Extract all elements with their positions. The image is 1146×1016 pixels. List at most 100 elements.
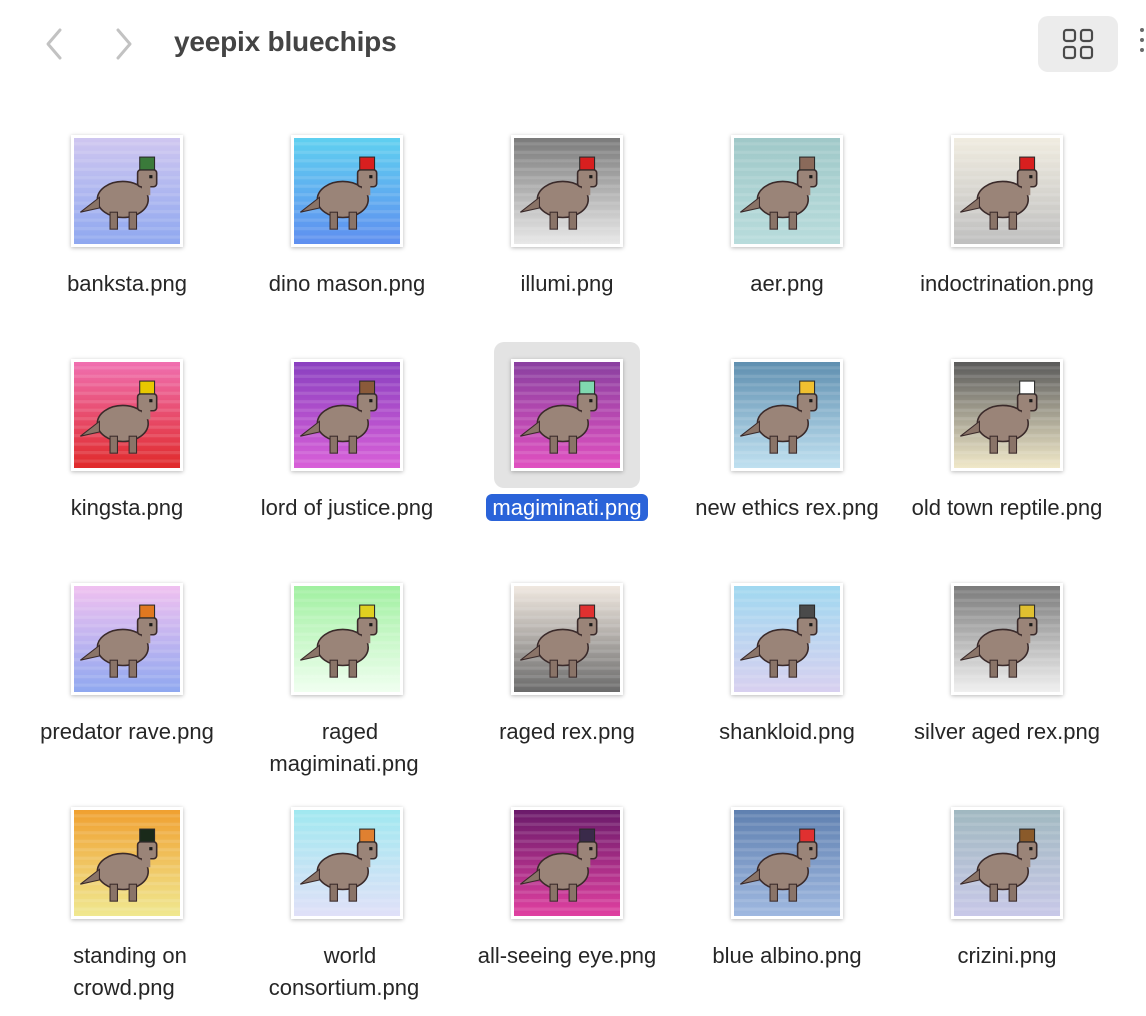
pixel-art-image: [74, 586, 180, 692]
pixel-art-image: [74, 138, 180, 244]
file-item[interactable]: aer.png: [677, 118, 897, 332]
file-name-label[interactable]: aer.png: [677, 268, 897, 300]
thumbnail-frame[interactable]: [54, 118, 200, 264]
file-name-label[interactable]: raged rex.png: [457, 716, 677, 748]
file-name-label[interactable]: banksta.png: [17, 268, 237, 300]
file-thumbnail[interactable]: [511, 583, 623, 695]
file-thumbnail[interactable]: [291, 135, 403, 247]
file-name-label[interactable]: indoctrination.png: [897, 268, 1117, 300]
accent-detail: [1019, 828, 1036, 843]
file-thumbnail[interactable]: [71, 583, 183, 695]
file-item[interactable]: shankloid.png: [677, 566, 897, 780]
file-name-label[interactable]: crizini.png: [897, 940, 1117, 972]
file-thumbnail[interactable]: [291, 583, 403, 695]
file-name-label[interactable]: world consortium.png: [237, 940, 457, 1004]
file-item[interactable]: crizini.png: [897, 790, 1117, 1004]
file-thumbnail[interactable]: [511, 359, 623, 471]
file-name-label[interactable]: blue albino.png: [677, 940, 897, 972]
file-item[interactable]: illumi.png: [457, 118, 677, 332]
thumbnail-frame[interactable]: [934, 566, 1080, 712]
thumbnail-frame[interactable]: [714, 342, 860, 488]
file-item[interactable]: standing on crowd.png: [17, 790, 237, 1004]
file-name-label[interactable]: dino mason.png: [237, 268, 457, 300]
thumbnail-frame[interactable]: [54, 342, 200, 488]
thumbnail-frame[interactable]: [274, 566, 420, 712]
file-name-label[interactable]: shankloid.png: [677, 716, 897, 748]
file-thumbnail[interactable]: [71, 135, 183, 247]
file-name-text: magiminati.png: [486, 494, 648, 521]
file-item[interactable]: world consortium.png: [237, 790, 457, 1004]
thumbnail-frame[interactable]: [714, 790, 860, 936]
file-thumbnail[interactable]: [951, 359, 1063, 471]
file-item[interactable]: blue albino.png: [677, 790, 897, 1004]
file-item[interactable]: dino mason.png: [237, 118, 457, 332]
pixel-art-image: [294, 138, 400, 244]
file-thumbnail[interactable]: [71, 807, 183, 919]
file-thumbnail[interactable]: [951, 583, 1063, 695]
thumbnail-frame[interactable]: [714, 118, 860, 264]
file-thumbnail[interactable]: [951, 135, 1063, 247]
file-item[interactable]: predator rave.png: [17, 566, 237, 780]
accent-detail: [359, 604, 376, 619]
file-item[interactable]: lord of justice.png: [237, 342, 457, 556]
file-name-label[interactable]: predator rave.png: [17, 716, 237, 748]
thumbnail-frame[interactable]: [274, 118, 420, 264]
file-thumbnail[interactable]: [731, 135, 843, 247]
file-name-text: crizini.png: [957, 943, 1057, 968]
thumbnail-frame[interactable]: [934, 342, 1080, 488]
file-name-label[interactable]: magiminati.png: [457, 492, 677, 524]
pixel-art-image: [954, 810, 1060, 916]
file-thumbnail[interactable]: [511, 807, 623, 919]
file-thumbnail[interactable]: [731, 359, 843, 471]
file-name-label[interactable]: kingsta.png: [17, 492, 237, 524]
file-name-label[interactable]: new ethics rex.png: [677, 492, 897, 524]
file-name-label[interactable]: illumi.png: [457, 268, 677, 300]
file-thumbnail[interactable]: [731, 807, 843, 919]
thumbnail-frame[interactable]: [494, 566, 640, 712]
file-grid: banksta.png dino mason.png illumi.png aer.p…: [0, 0, 1146, 1016]
thumbnail-frame[interactable]: [274, 790, 420, 936]
file-name-text: indoctrination.png: [920, 271, 1094, 296]
file-name-label[interactable]: silver aged rex.png: [897, 716, 1117, 748]
file-thumbnail[interactable]: [951, 807, 1063, 919]
file-item[interactable]: banksta.png: [17, 118, 237, 332]
thumbnail-frame[interactable]: [934, 118, 1080, 264]
file-name-text: lord of justice.png: [260, 495, 434, 520]
file-name-label[interactable]: raged magiminati.png: [237, 716, 457, 780]
file-thumbnail[interactable]: [71, 359, 183, 471]
file-item[interactable]: raged rex.png: [457, 566, 677, 780]
file-name-text: illumi.png: [520, 271, 614, 296]
file-item[interactable]: new ethics rex.png: [677, 342, 897, 556]
pixel-art-image: [294, 810, 400, 916]
file-name-label[interactable]: lord of justice.png: [237, 492, 457, 524]
file-item[interactable]: old town reptile.png: [897, 342, 1117, 556]
thumbnail-frame[interactable]: [714, 566, 860, 712]
file-item[interactable]: kingsta.png: [17, 342, 237, 556]
accent-detail: [579, 156, 596, 171]
file-item[interactable]: all-seeing eye.png: [457, 790, 677, 1004]
accent-detail: [1019, 156, 1036, 171]
thumbnail-frame[interactable]: [494, 118, 640, 264]
file-item[interactable]: magiminati.png: [457, 342, 677, 556]
file-item[interactable]: indoctrination.png: [897, 118, 1117, 332]
file-thumbnail[interactable]: [291, 807, 403, 919]
file-name-text: dino mason.png: [268, 271, 426, 296]
accent-detail: [359, 380, 376, 395]
accent-detail: [799, 828, 816, 843]
file-thumbnail[interactable]: [731, 583, 843, 695]
file-item[interactable]: silver aged rex.png: [897, 566, 1117, 780]
accent-detail: [139, 156, 156, 171]
file-thumbnail[interactable]: [511, 135, 623, 247]
thumbnail-frame[interactable]: [934, 790, 1080, 936]
thumbnail-frame[interactable]: [54, 790, 200, 936]
thumbnail-frame[interactable]: [494, 790, 640, 936]
accent-detail: [139, 604, 156, 619]
file-item[interactable]: raged magiminati.png: [237, 566, 457, 780]
file-name-label[interactable]: standing on crowd.png: [17, 940, 237, 1004]
thumbnail-frame[interactable]: [494, 342, 640, 488]
thumbnail-frame[interactable]: [274, 342, 420, 488]
file-name-label[interactable]: all-seeing eye.png: [457, 940, 677, 972]
file-name-label[interactable]: old town reptile.png: [897, 492, 1117, 524]
thumbnail-frame[interactable]: [54, 566, 200, 712]
file-thumbnail[interactable]: [291, 359, 403, 471]
